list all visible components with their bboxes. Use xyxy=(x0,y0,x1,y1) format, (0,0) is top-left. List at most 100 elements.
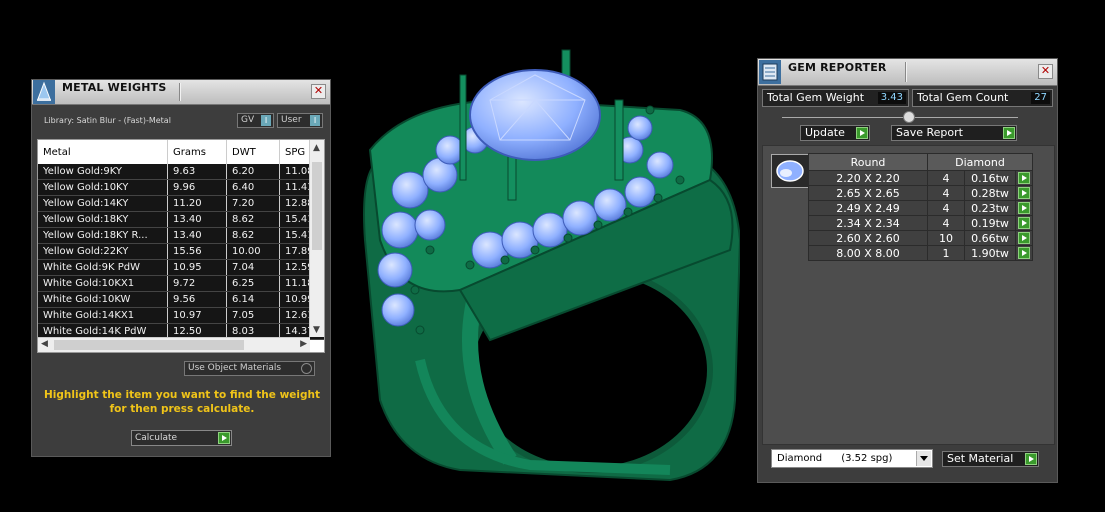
cell-dwt: 7.20 xyxy=(226,195,280,212)
gem-weight: 1.90tw xyxy=(964,245,1016,261)
chevron-down-icon[interactable] xyxy=(916,451,931,466)
gem-go-cell[interactable] xyxy=(1015,245,1033,261)
header-round: Round xyxy=(808,153,928,171)
gem-row[interactable]: 2.65 X 2.65 4 0.28tw xyxy=(808,185,1033,201)
set-material-button[interactable]: Set Material xyxy=(942,451,1039,467)
gem-weight: 0.16tw xyxy=(964,170,1016,186)
gem-reporter-panel: GEM REPORTER ✕ Total Gem Weight 3.43 Tot… xyxy=(757,58,1058,483)
cell-dwt: 6.20 xyxy=(226,164,280,180)
play-arrow-icon[interactable] xyxy=(1018,217,1030,229)
titlebar-separator xyxy=(905,62,907,82)
cell-dwt: 8.62 xyxy=(226,211,280,228)
table-row[interactable]: Yellow Gold:9KY 9.63 6.20 11.08 xyxy=(38,164,324,180)
scroll-right-icon[interactable]: ▶ xyxy=(300,339,307,349)
gem-size: 2.65 X 2.65 xyxy=(808,185,928,201)
metal-table[interactable]: Metal Grams DWT SPG Yellow Gold:9KY 9.63 6… xyxy=(37,139,325,353)
gem-row[interactable]: 2.20 X 2.20 4 0.16tw xyxy=(808,170,1033,186)
gem-row[interactable]: 2.49 X 2.49 4 0.23tw xyxy=(808,200,1033,216)
instruction-text: Highlight the item you want to find the … xyxy=(44,389,320,415)
close-icon[interactable]: ✕ xyxy=(1038,64,1053,79)
table-row[interactable]: Yellow Gold:14KY 11.20 7.20 12.88 xyxy=(38,195,324,212)
gem-row[interactable]: 2.34 X 2.34 4 0.19tw xyxy=(808,215,1033,231)
play-arrow-icon[interactable] xyxy=(1018,172,1030,184)
close-icon[interactable]: ✕ xyxy=(311,84,326,99)
metal-weights-titlebar[interactable]: METAL WEIGHTS ✕ xyxy=(32,80,330,105)
table-row[interactable]: Yellow Gold:18KY R... 13.40 8.62 15.41 xyxy=(38,227,324,244)
cell-grams: 9.72 xyxy=(167,275,227,292)
cell-dwt: 6.14 xyxy=(226,291,280,308)
gem-reporter-titlebar[interactable]: GEM REPORTER ✕ xyxy=(758,59,1057,86)
cell-metal: White Gold:10KW xyxy=(38,291,168,308)
user-toggle[interactable]: User I xyxy=(277,113,323,128)
total-gem-count-value: 27 xyxy=(1031,92,1050,104)
material-select-value: Diamond (3.52 spg) xyxy=(777,453,893,464)
play-arrow-icon xyxy=(218,432,230,444)
table-row[interactable]: White Gold:14KX1 10.97 7.05 12.61 xyxy=(38,307,324,324)
flask-icon xyxy=(33,80,55,104)
scroll-up-icon[interactable]: ▲ xyxy=(313,143,320,153)
cell-grams: 11.20 xyxy=(167,195,227,212)
ring-3d-render[interactable] xyxy=(340,40,740,500)
scroll-down-icon[interactable]: ▼ xyxy=(313,325,320,335)
col-dwt[interactable]: DWT xyxy=(226,140,280,164)
gem-row[interactable]: 2.60 X 2.60 10 0.66tw xyxy=(808,230,1033,246)
table-row[interactable]: White Gold:10KX1 9.72 6.25 11.18 xyxy=(38,275,324,292)
play-arrow-icon[interactable] xyxy=(1018,187,1030,199)
cell-dwt: 10.00 xyxy=(226,243,280,260)
update-button[interactable]: Update xyxy=(800,125,870,141)
cell-grams: 15.56 xyxy=(167,243,227,260)
cell-grams: 13.40 xyxy=(167,211,227,228)
slider-track[interactable] xyxy=(782,117,1018,118)
material-select[interactable]: Diamond (3.52 spg) xyxy=(771,449,933,468)
play-arrow-icon[interactable] xyxy=(1018,247,1030,259)
horizontal-scrollbar[interactable]: ◀ ▶ xyxy=(38,337,310,352)
gem-go-cell[interactable] xyxy=(1015,185,1033,201)
vertical-scrollbar[interactable]: ▲ ▼ xyxy=(309,140,324,337)
gem-count: 4 xyxy=(927,215,965,231)
cell-dwt: 6.25 xyxy=(226,275,280,292)
gem-go-cell[interactable] xyxy=(1015,170,1033,186)
gem-table[interactable]: Round Diamond 2.20 X 2.20 4 0.16tw 2.65 X 2… xyxy=(808,153,1033,261)
col-grams[interactable]: Grams xyxy=(167,140,227,164)
play-arrow-icon[interactable] xyxy=(1018,232,1030,244)
gv-toggle-indicator: I xyxy=(261,115,271,126)
gem-count: 10 xyxy=(927,230,965,246)
col-metal[interactable]: Metal xyxy=(38,140,168,164)
save-report-button[interactable]: Save Report xyxy=(891,125,1017,141)
report-icon xyxy=(759,60,781,84)
cell-metal: Yellow Gold:18KY xyxy=(38,211,168,228)
calculate-button[interactable]: Calculate xyxy=(131,430,232,446)
round-gem-icon[interactable] xyxy=(771,154,809,188)
gem-reporter-title: GEM REPORTER xyxy=(788,61,887,74)
gem-go-cell[interactable] xyxy=(1015,200,1033,216)
scroll-thumb[interactable] xyxy=(312,162,322,250)
table-row[interactable]: White Gold:9K PdW 10.95 7.04 12.59 xyxy=(38,259,324,276)
slider-handle[interactable] xyxy=(903,111,915,123)
gem-go-cell[interactable] xyxy=(1015,215,1033,231)
cell-grams: 9.96 xyxy=(167,179,227,196)
table-row[interactable]: Yellow Gold:18KY 13.40 8.62 15.41 xyxy=(38,211,324,228)
update-label: Update xyxy=(805,126,845,139)
hscroll-thumb[interactable] xyxy=(54,340,244,350)
library-label: Library: Satin Blur - (Fast)-Metal xyxy=(44,116,171,125)
table-row[interactable]: Yellow Gold:10KY 9.96 6.40 11.43 xyxy=(38,179,324,196)
gem-go-cell[interactable] xyxy=(1015,230,1033,246)
scroll-left-icon[interactable]: ◀ xyxy=(41,339,48,349)
gem-size: 8.00 X 8.00 xyxy=(808,245,928,261)
cell-metal: Yellow Gold:10KY xyxy=(38,179,168,196)
use-object-materials-label: Use Object Materials xyxy=(188,363,282,373)
metal-weights-title: METAL WEIGHTS xyxy=(62,81,167,94)
calculate-label: Calculate xyxy=(135,433,178,443)
cell-grams: 13.40 xyxy=(167,227,227,244)
play-arrow-icon[interactable] xyxy=(1018,202,1030,214)
gv-toggle[interactable]: GV I xyxy=(237,113,274,128)
cell-dwt: 7.05 xyxy=(226,307,280,324)
cell-metal: White Gold:9K PdW xyxy=(38,259,168,276)
gem-list-area: Round Diamond 2.20 X 2.20 4 0.16tw 2.65 X 2… xyxy=(762,145,1055,445)
table-row[interactable]: Yellow Gold:22KY 15.56 10.00 17.89 xyxy=(38,243,324,260)
use-object-materials-button[interactable]: Use Object Materials xyxy=(184,361,315,376)
gem-row[interactable]: 8.00 X 8.00 1 1.90tw xyxy=(808,245,1033,261)
total-gem-weight-label: Total Gem Weight xyxy=(767,91,865,104)
play-arrow-icon xyxy=(856,127,868,139)
table-row[interactable]: White Gold:10KW 9.56 6.14 10.99 xyxy=(38,291,324,308)
